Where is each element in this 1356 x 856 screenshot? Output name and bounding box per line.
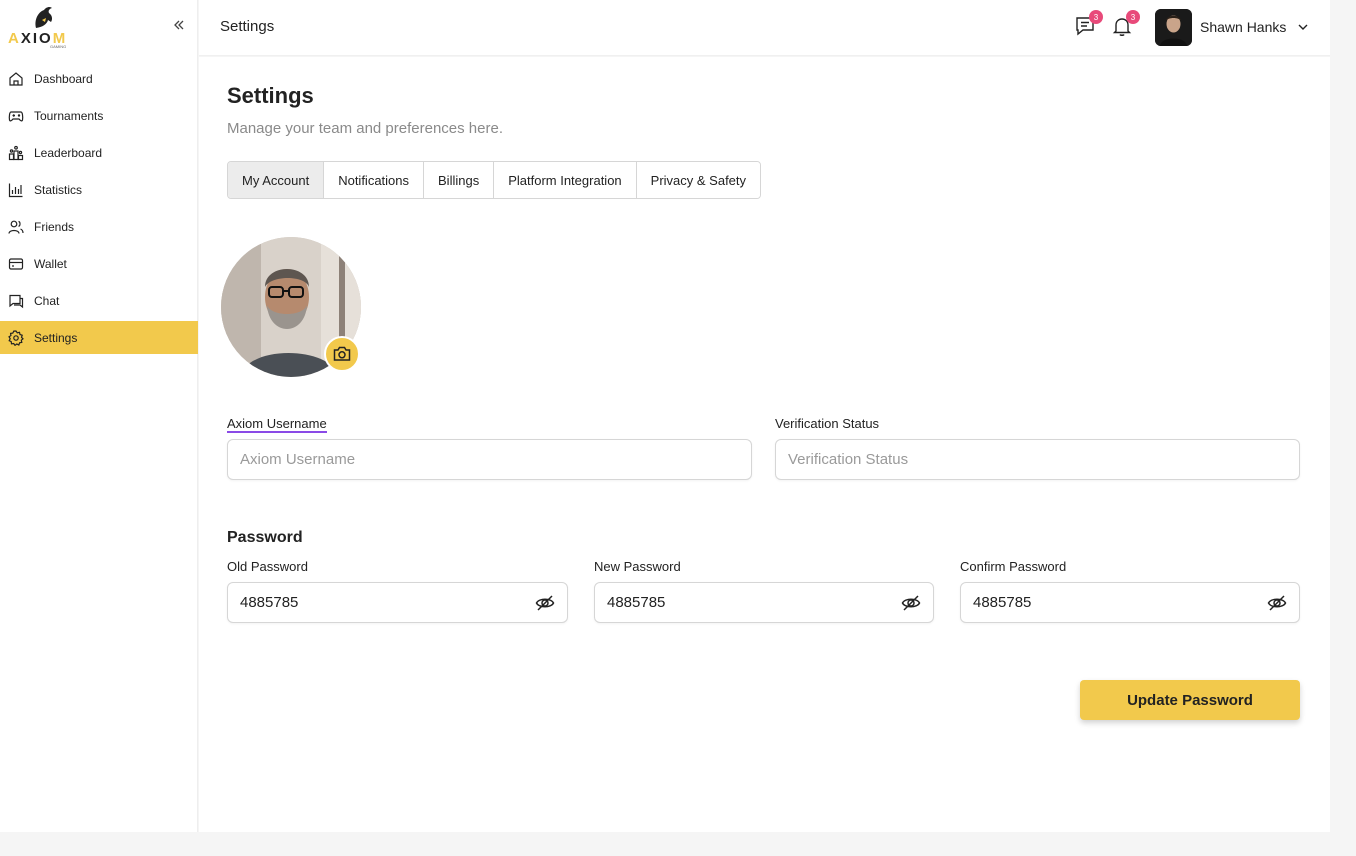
camera-icon	[333, 346, 351, 361]
new-password-input[interactable]	[595, 583, 933, 622]
sidebar-item-label: Friends	[34, 219, 75, 234]
sidebar-item-label: Chat	[34, 293, 60, 308]
verification-status-label: Verification Status	[775, 416, 880, 431]
double-chevron-left-icon	[174, 20, 184, 30]
podium-icon	[8, 145, 24, 161]
page-subtitle: Manage your team and preferences here.	[227, 120, 503, 137]
new-password-field	[594, 582, 934, 623]
tab-platform-integration[interactable]: Platform Integration	[494, 162, 637, 198]
page-title: Settings	[227, 83, 314, 108]
top-bar: Settings 3 3 Shawn Hanks	[199, 0, 1330, 56]
sidebar-item-label: Dashboard	[34, 71, 93, 86]
confirm-password-label: Confirm Password	[960, 559, 1067, 574]
sidebar: AXIOM GAMING Dashboard Tournaments Leade…	[0, 0, 198, 832]
logo-tagline: GAMING	[50, 44, 67, 49]
user-name: Shawn Hanks	[1200, 19, 1287, 35]
gear-icon	[8, 329, 24, 346]
username-label: Axiom Username	[227, 416, 327, 433]
user-menu[interactable]: Shawn Hanks	[1155, 8, 1310, 46]
username-input[interactable]	[227, 439, 752, 480]
sidebar-item-friends[interactable]: Friends	[0, 210, 198, 243]
eye-off-icon[interactable]	[535, 593, 555, 613]
password-section-title: Password	[227, 529, 303, 546]
tab-billings[interactable]: Billings	[424, 162, 495, 198]
sidebar-item-leaderboard[interactable]: Leaderboard	[0, 136, 198, 169]
sidebar-item-dashboard[interactable]: Dashboard	[0, 62, 198, 95]
notifications-count-badge: 3	[1126, 10, 1140, 24]
users-icon	[8, 219, 24, 235]
messages-count-badge: 3	[1089, 10, 1103, 24]
gamepad-icon	[8, 108, 24, 124]
profile-photo	[221, 237, 361, 377]
confirm-password-input[interactable]	[961, 583, 1299, 622]
tab-my-account[interactable]: My Account	[228, 162, 325, 198]
verification-status-input[interactable]	[775, 439, 1300, 480]
chevron-down-icon	[1298, 24, 1308, 30]
new-password-label: New Password	[594, 559, 681, 574]
sidebar-item-settings[interactable]: Settings	[0, 321, 198, 354]
chat-icon	[8, 293, 24, 309]
update-password-button[interactable]: Update Password	[1080, 680, 1300, 720]
sidebar-item-label: Statistics	[34, 182, 83, 197]
notifications-button[interactable]: 3	[1110, 10, 1140, 38]
sidebar-item-label: Settings	[34, 330, 78, 345]
settings-panel: Settings Manage your team and preference…	[199, 57, 1330, 832]
change-photo-button[interactable]	[324, 336, 360, 372]
settings-tabs: My Account Notifications Billings Platfo…	[227, 161, 762, 199]
axiom-logo[interactable]: AXIOM GAMING	[8, 6, 78, 50]
sidebar-item-label: Wallet	[34, 256, 67, 271]
sidebar-item-label: Tournaments	[34, 108, 104, 123]
sidebar-nav: Dashboard Tournaments Leaderboard Statis…	[0, 62, 198, 358]
warrior-head-icon	[35, 6, 53, 28]
tab-privacy-safety[interactable]: Privacy & Safety	[636, 162, 761, 198]
messages-button[interactable]: 3	[1073, 10, 1103, 38]
old-password-field	[227, 582, 568, 623]
old-password-input[interactable]	[228, 583, 567, 622]
confirm-password-field	[960, 582, 1300, 623]
home-icon	[8, 71, 24, 87]
top-bar-title: Settings	[220, 18, 275, 35]
old-password-label: Old Password	[227, 559, 308, 574]
eye-off-icon[interactable]	[901, 593, 921, 613]
sidebar-item-statistics[interactable]: Statistics	[0, 173, 198, 206]
wallet-icon	[8, 256, 24, 272]
collapse-sidebar-button[interactable]	[170, 16, 188, 34]
eye-off-icon[interactable]	[1267, 593, 1287, 613]
user-avatar	[1155, 8, 1192, 46]
tab-notifications[interactable]: Notifications	[324, 162, 425, 198]
sidebar-item-label: Leaderboard	[34, 145, 103, 160]
sidebar-item-wallet[interactable]: Wallet	[0, 247, 198, 280]
bar-chart-icon	[8, 182, 24, 198]
sidebar-item-tournaments[interactable]: Tournaments	[0, 99, 198, 132]
sidebar-item-chat[interactable]: Chat	[0, 284, 198, 317]
